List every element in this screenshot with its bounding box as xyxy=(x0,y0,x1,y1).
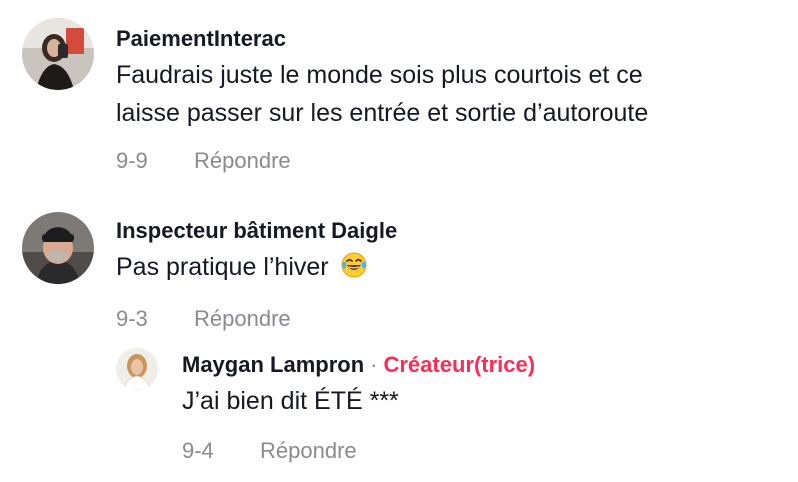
username-text[interactable]: PaiementInterac xyxy=(116,26,286,52)
comment-text: Pas pratique l’hiver xyxy=(116,248,397,286)
comment-username[interactable]: PaiementInterac xyxy=(116,26,648,52)
comment-text-content: Pas pratique l’hiver xyxy=(116,253,329,281)
reply-body: Maygan Lampron · Créateur(trice) J’ai bi… xyxy=(182,352,535,464)
comment-date: 9-3 xyxy=(116,306,148,331)
creator-badge: Créateur(trice) xyxy=(383,352,536,377)
comment-body: Inspecteur bâtiment Daigle Pas pratique … xyxy=(116,218,397,332)
username-text[interactable]: Inspecteur bâtiment Daigle xyxy=(116,218,397,244)
comment-text: Faudrais juste le monde sois plus courto… xyxy=(116,56,648,132)
comment-meta: 9-9 Répondre xyxy=(116,148,648,174)
reply-meta: 9-4 Répondre xyxy=(182,438,535,464)
avatar[interactable] xyxy=(116,348,158,390)
reply-text-content: J’ai bien dit ÉTÉ *** xyxy=(182,387,399,415)
username-text[interactable]: Maygan Lampron xyxy=(182,352,364,378)
comment-text-line: Faudrais juste le monde sois plus courto… xyxy=(116,61,643,89)
comment-body: PaiementInterac Faudrais juste le monde … xyxy=(116,26,648,174)
separator-dot: · xyxy=(370,352,378,377)
reply-date: 9-4 xyxy=(182,438,214,463)
avatar[interactable] xyxy=(22,18,94,90)
face-with-tears-of-joy-icon xyxy=(340,251,368,279)
reply-text: J’ai bien dit ÉTÉ *** xyxy=(182,382,535,420)
reply-button[interactable]: Répondre xyxy=(194,148,291,174)
comment-meta: 9-3 Répondre xyxy=(116,306,397,332)
avatar[interactable] xyxy=(22,212,94,284)
comment-date: 9-9 xyxy=(116,148,148,173)
reply-button[interactable]: Répondre xyxy=(260,438,357,464)
comment-text-line: laisse passer sur les entrée et sortie d… xyxy=(116,99,649,127)
reply-username[interactable]: Maygan Lampron · Créateur(trice) xyxy=(182,352,535,378)
comment-username[interactable]: Inspecteur bâtiment Daigle xyxy=(116,218,397,244)
reply-button[interactable]: Répondre xyxy=(194,306,291,332)
